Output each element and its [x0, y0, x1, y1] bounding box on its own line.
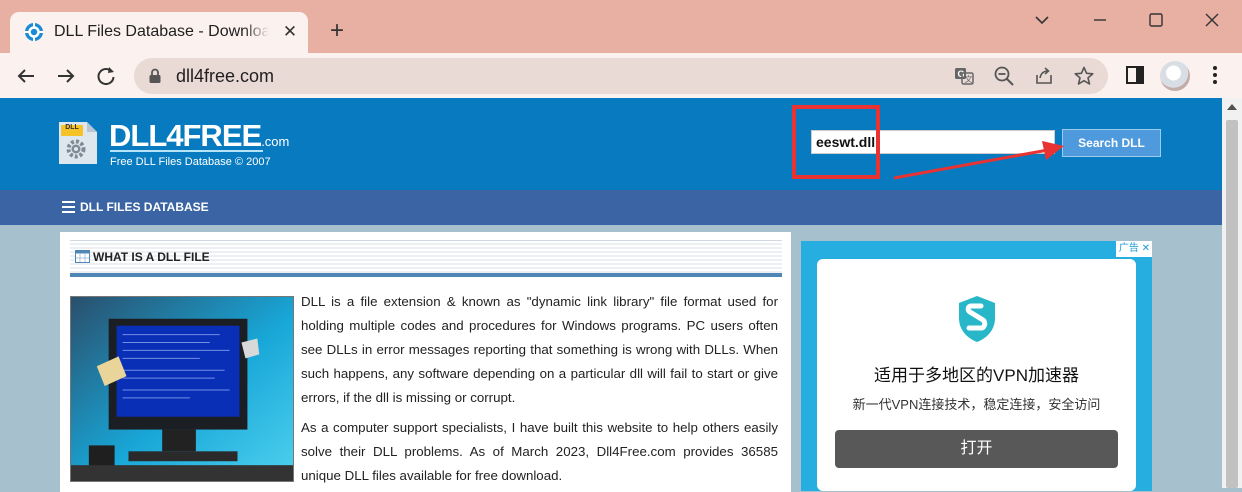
scrollbar-thumb[interactable]: [1226, 120, 1238, 488]
search-dll-button[interactable]: Search DLL: [1062, 129, 1161, 157]
section-divider: [70, 273, 782, 277]
site-logo-text[interactable]: DLL4FREE.com: [109, 118, 289, 154]
maximize-icon[interactable]: [1144, 8, 1168, 32]
scroll-up-arrow-icon[interactable]: [1227, 104, 1237, 110]
share-icon[interactable]: [1033, 65, 1055, 87]
section-header: WHAT IS A DLL FILE: [70, 240, 782, 273]
svg-text:G: G: [958, 69, 965, 79]
intro-paragraph: DLL is a file extension & known as "dyna…: [301, 294, 778, 405]
forward-arrow-icon[interactable]: [52, 62, 80, 90]
translate-icon[interactable]: G 文: [953, 65, 975, 87]
browser-titlebar: DLL Files Database - Download ✕ +: [0, 0, 1242, 53]
ad-open-button[interactable]: 打开: [835, 430, 1118, 468]
nav-dll-files-database[interactable]: DLL FILES DATABASE: [80, 200, 209, 214]
vpn-shield-logo-icon: [959, 296, 995, 342]
side-panel-icon[interactable]: [1123, 63, 1147, 87]
site-navbar: DLL FILES DATABASE: [0, 190, 1222, 225]
browser-tab[interactable]: DLL Files Database - Download ✕: [10, 12, 308, 53]
ad-tag-text: 广告: [1118, 243, 1139, 254]
bookmark-star-icon[interactable]: [1073, 65, 1095, 87]
address-bar[interactable]: dll4free.com G 文: [134, 58, 1108, 94]
tab-close-icon[interactable]: ✕: [280, 22, 300, 42]
tab-title: DLL Files Database - Download: [54, 23, 269, 40]
main-content: WHAT IS A DLL FILE DLL is a file extensi…: [60, 232, 791, 492]
logo-underline: [110, 150, 263, 152]
ad-card[interactable]: 适用于多地区的VPN加速器 新一代VPN连接技术，稳定连接，安全访问 打开: [817, 259, 1136, 491]
back-arrow-icon[interactable]: [12, 62, 40, 90]
browser-toolbar: dll4free.com G 文: [0, 53, 1242, 98]
tab-search-chevron-icon[interactable]: [1030, 8, 1054, 32]
logo-badge: DLL: [65, 124, 79, 131]
reload-icon[interactable]: [92, 62, 120, 90]
calendar-icon: [75, 250, 90, 263]
lock-icon[interactable]: [146, 67, 164, 85]
logo-suffix: .com: [261, 134, 290, 149]
url-text[interactable]: dll4free.com: [176, 66, 274, 87]
ad-label[interactable]: 广告 ✕: [1115, 241, 1152, 257]
annotation-highlight-box: [792, 105, 880, 179]
ad-subtitle: 新一代VPN连接技术，稳定连接，安全访问: [852, 397, 1101, 412]
svg-text:文: 文: [965, 74, 973, 84]
dll4free-favicon-icon: [25, 23, 43, 41]
advertisement[interactable]: 广告 ✕ 适用于多地区的VPN加速器 新一代VPN连接技术，稳定连接，安全访问 …: [801, 241, 1152, 491]
bsod-computer-photo: [70, 296, 294, 482]
zoom-out-icon[interactable]: [993, 65, 1015, 87]
logo-name: DLL4FREE: [109, 118, 262, 153]
site-header: DLL DLL4FREE.com Free DLL Files Database…: [0, 98, 1222, 190]
close-window-icon[interactable]: [1200, 8, 1224, 32]
about-paragraph: As a computer support specialists, I hav…: [301, 420, 778, 483]
ad-close-icon[interactable]: ✕: [1142, 243, 1150, 254]
hamburger-menu-icon[interactable]: [62, 201, 75, 213]
ad-title: 适用于多地区的VPN加速器: [874, 366, 1079, 385]
annotation-arrow-icon: [893, 141, 1064, 180]
section-title: WHAT IS A DLL FILE: [93, 250, 210, 264]
more-menu-icon[interactable]: [1203, 63, 1227, 87]
site-tagline: Free DLL Files Database © 2007: [110, 156, 271, 168]
new-tab-button[interactable]: +: [324, 19, 350, 45]
page-scrollbar[interactable]: [1222, 98, 1242, 488]
profile-avatar[interactable]: [1160, 61, 1190, 91]
web-page: DLL DLL4FREE.com Free DLL Files Database…: [0, 98, 1222, 492]
minimize-icon[interactable]: [1088, 8, 1112, 32]
